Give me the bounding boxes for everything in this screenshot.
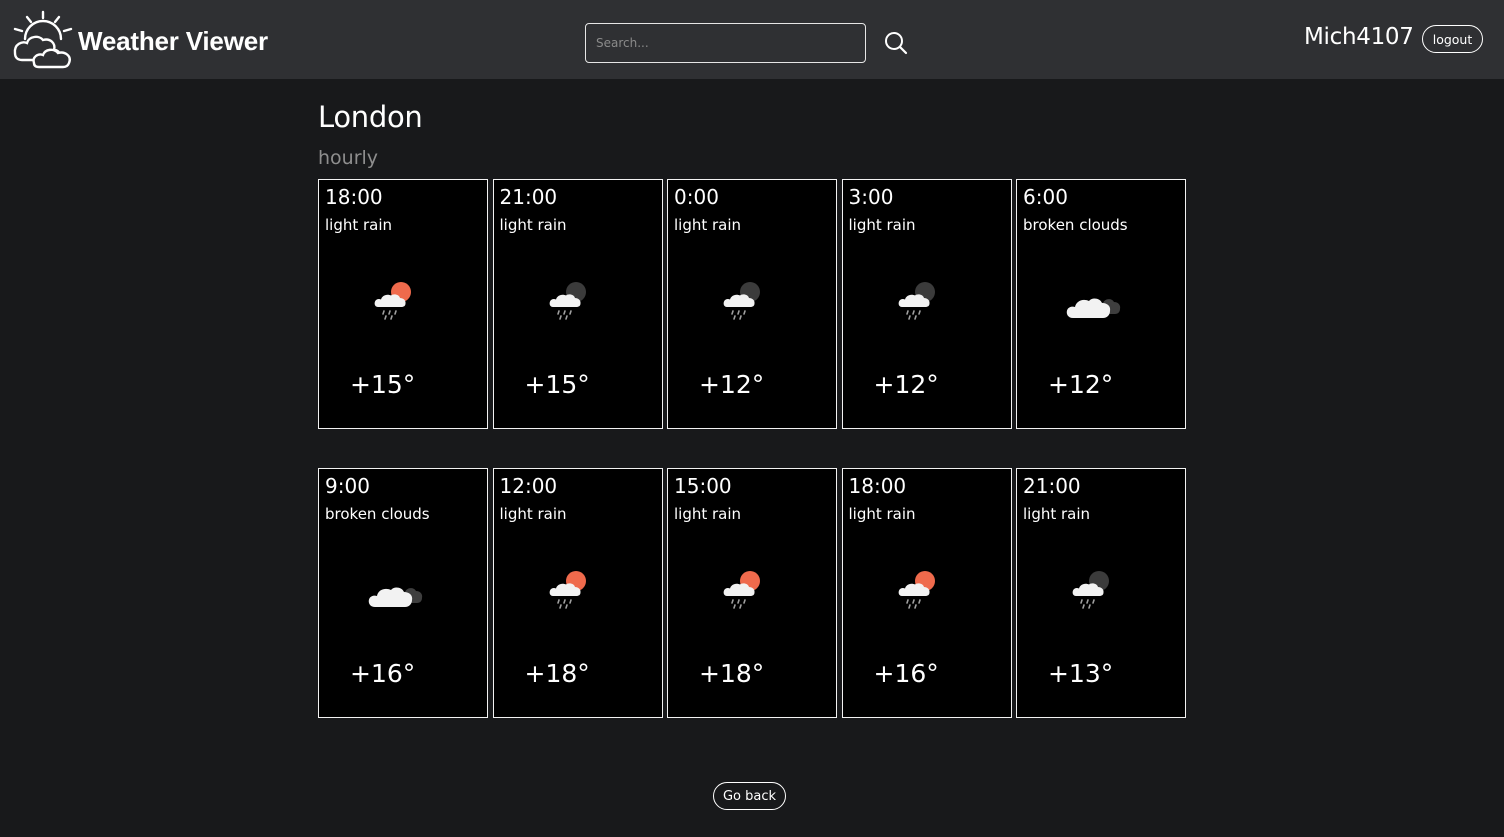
brand[interactable]: Weather Viewer [12, 9, 268, 71]
forecast-temperature: +12° [873, 370, 939, 399]
forecast-description: broken clouds [1023, 216, 1128, 234]
forecast-mode-label: hourly [318, 147, 379, 169]
forecast-time: 3:00 [848, 185, 894, 209]
forecast-temperature: +18° [699, 659, 765, 688]
forecast-time: 21:00 [499, 185, 558, 209]
forecast-description: light rain [848, 505, 916, 523]
light-rain-day-icon [886, 557, 962, 615]
forecast-temperature: +15° [350, 370, 416, 399]
forecast-temperature: +16° [350, 659, 416, 688]
forecast-temperature: +15° [524, 370, 590, 399]
brand-name: Weather Viewer [78, 25, 268, 56]
forecast-card: 3:00 light rain +12° [841, 179, 1012, 429]
forecast-time: 9:00 [325, 474, 370, 498]
search-button[interactable] [880, 27, 912, 59]
forecast-description: light rain [499, 216, 567, 234]
forecast-temperature: +18° [524, 659, 590, 688]
logout-button[interactable]: logout [1422, 25, 1483, 53]
forecast-temperature: +16° [873, 659, 939, 688]
forecast-time: 6:00 [1023, 185, 1068, 209]
forecast-card: 6:00 broken clouds +12° [1016, 179, 1186, 429]
username: Mich4107 [1304, 24, 1414, 50]
navbar: Weather Viewer Mich4107 logout [0, 0, 1504, 79]
weather-logo-icon [13, 10, 73, 69]
forecast-description: light rain [674, 216, 742, 234]
light-rain-night-icon [1060, 557, 1136, 615]
broken-clouds-icon [1060, 268, 1136, 326]
forecast-time: 0:00 [674, 185, 719, 209]
light-rain-night-icon [711, 268, 787, 326]
light-rain-night-icon [886, 268, 962, 326]
forecast-time: 12:00 [499, 474, 558, 498]
forecast-description: light rain [499, 505, 567, 523]
forecast-description: light rain [1023, 505, 1091, 523]
forecast-time: 18:00 [325, 185, 383, 209]
forecast-description: light rain [674, 505, 742, 523]
forecast-card: 9:00 broken clouds +16° [318, 468, 488, 718]
broken-clouds-icon [362, 557, 438, 615]
forecast-description: light rain [325, 216, 393, 234]
forecast-card: 21:00 light rain +13° [1016, 468, 1186, 718]
forecast-temperature: +12° [1048, 370, 1114, 399]
forecast-time: 15:00 [674, 474, 732, 498]
hourly-forecast-grid: 18:00 light rain +15° 21:00 light rain +… [318, 179, 1188, 718]
search-icon [885, 32, 908, 55]
forecast-card: 15:00 light rain +18° [667, 468, 837, 718]
forecast-card: 0:00 light rain +12° [667, 179, 837, 429]
forecast-time: 21:00 [1023, 474, 1081, 498]
light-rain-day-icon [362, 268, 438, 326]
light-rain-day-icon [537, 557, 613, 615]
go-back-button[interactable]: Go back [713, 782, 786, 810]
forecast-description: broken clouds [325, 505, 430, 523]
search-input[interactable] [585, 23, 866, 63]
forecast-card: 12:00 light rain +18° [492, 468, 663, 718]
forecast-card: 21:00 light rain +15° [492, 179, 663, 429]
forecast-temperature: +13° [1048, 659, 1114, 688]
forecast-card: 18:00 light rain +16° [841, 468, 1012, 718]
forecast-temperature: +12° [699, 370, 765, 399]
light-rain-night-icon [537, 268, 613, 326]
forecast-time: 18:00 [848, 474, 907, 498]
forecast-card: 18:00 light rain +15° [318, 179, 488, 429]
light-rain-day-icon [711, 557, 787, 615]
city-title: London [318, 100, 423, 134]
forecast-description: light rain [848, 216, 916, 234]
